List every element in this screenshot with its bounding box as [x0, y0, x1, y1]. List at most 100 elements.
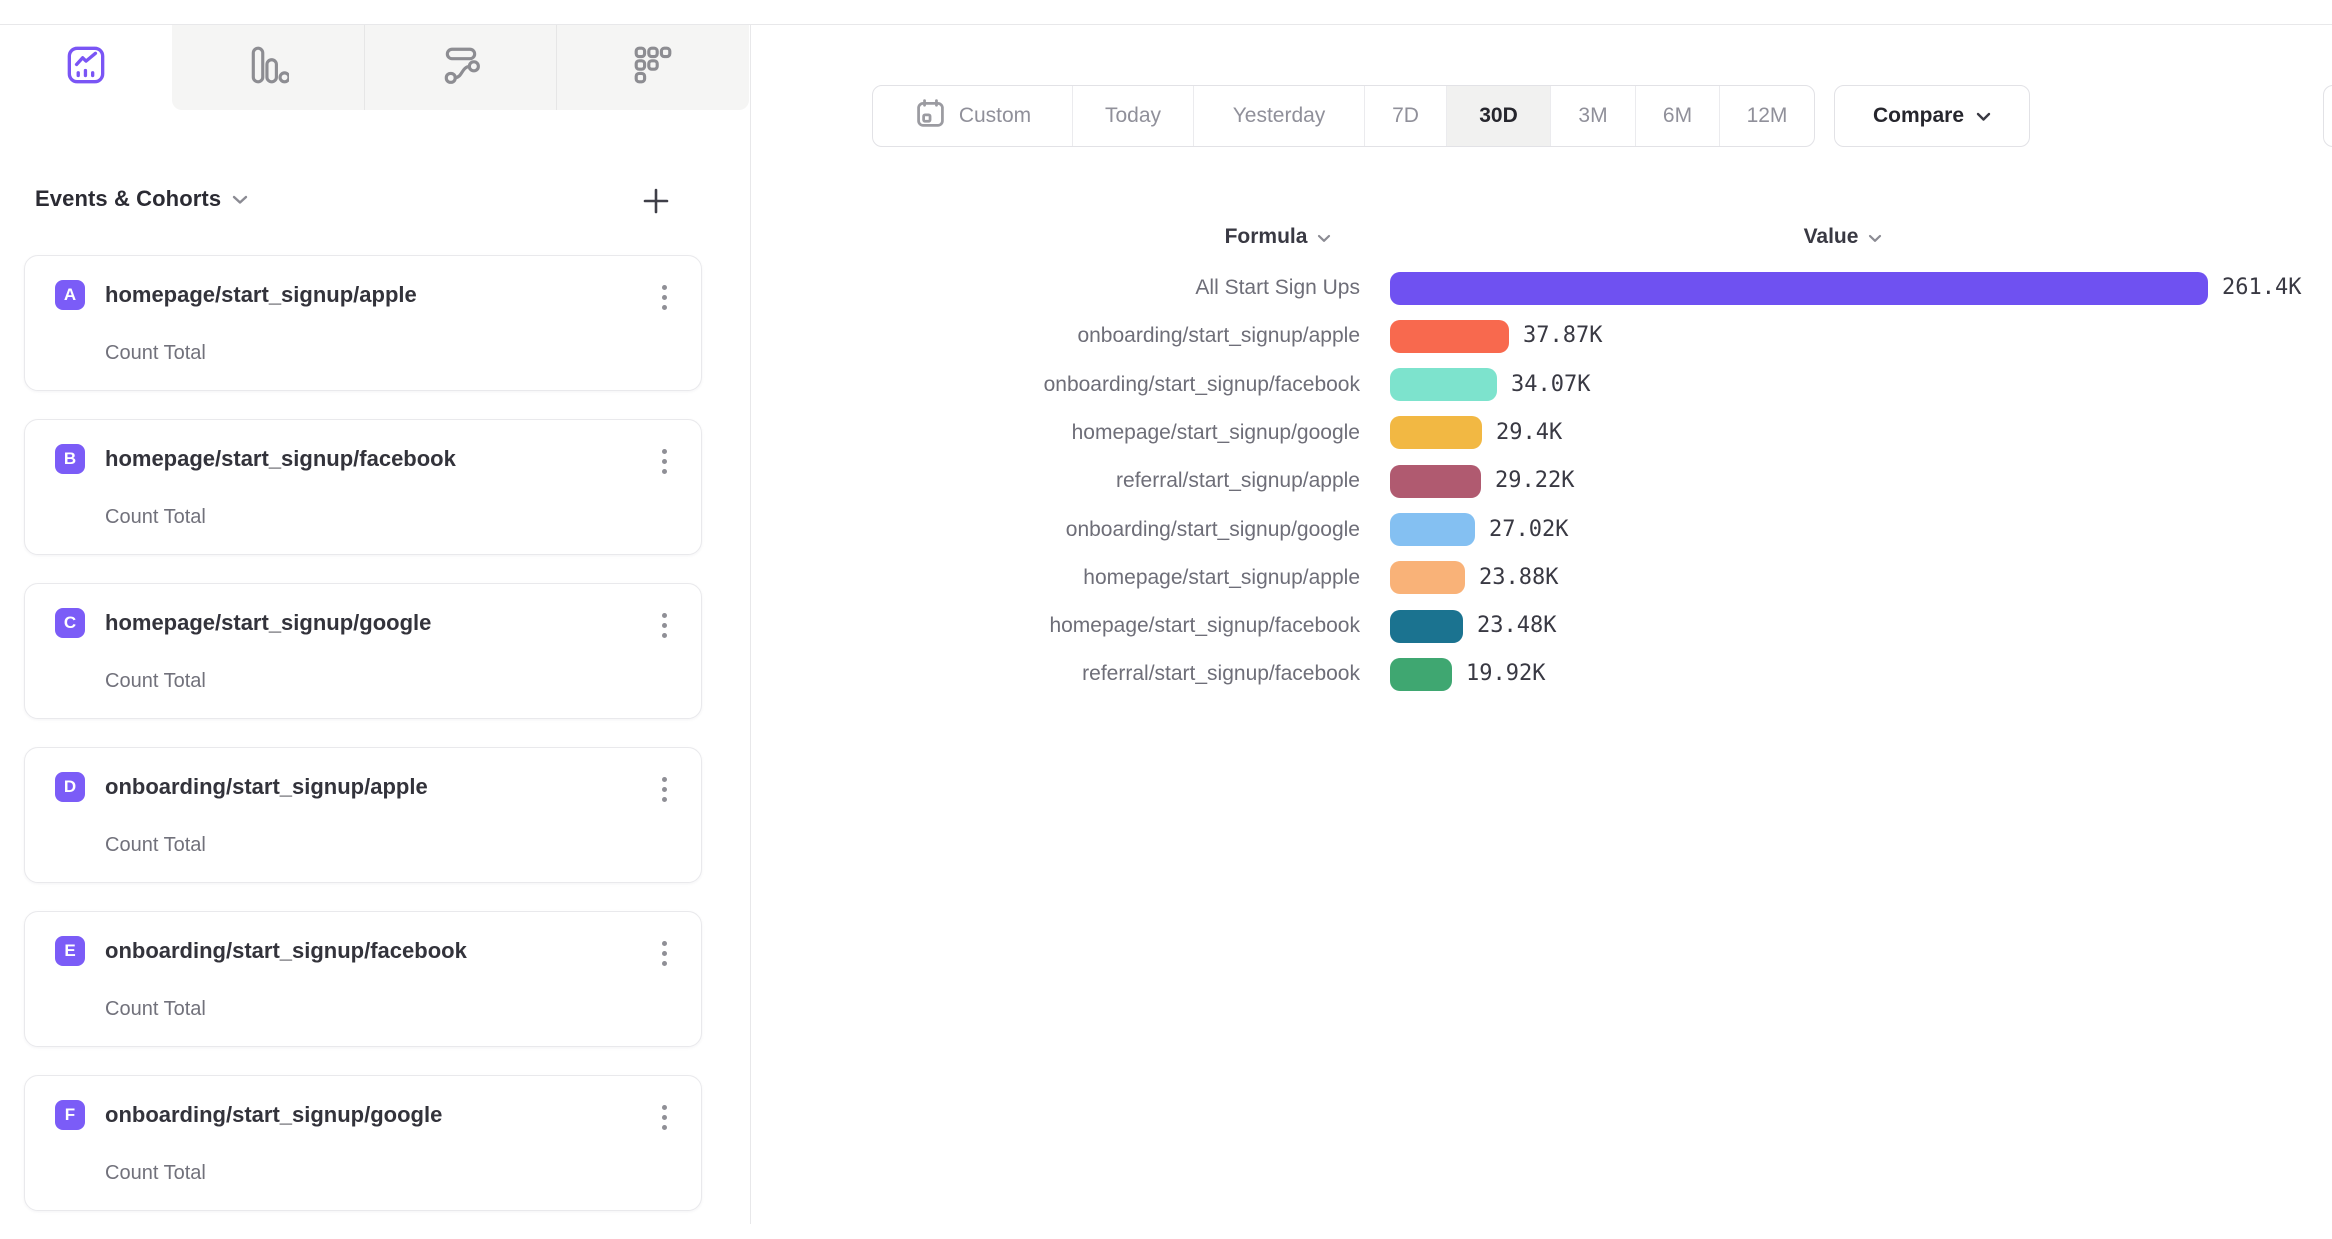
- date-range-today[interactable]: Today: [1073, 86, 1194, 146]
- sidebar-divider: [750, 24, 751, 1224]
- event-card[interactable]: D onboarding/start_signup/apple Count To…: [24, 747, 702, 883]
- event-metric: Count Total: [105, 506, 206, 529]
- event-letter-badge: D: [55, 772, 85, 802]
- bar-onboarding-start-signup-facebook[interactable]: [1390, 368, 1497, 401]
- bar-value: 34.07K: [1511, 371, 1590, 399]
- date-range-label: Custom: [959, 104, 1031, 128]
- chevron-down-icon: [1317, 225, 1331, 249]
- event-name: onboarding/start_signup/facebook: [105, 938, 467, 964]
- date-range-6m[interactable]: 6M: [1636, 86, 1720, 146]
- formula-column-header[interactable]: Formula: [1158, 222, 1398, 252]
- event-name: homepage/start_signup/facebook: [105, 446, 456, 472]
- events-cohorts-header[interactable]: Events & Cohorts: [35, 186, 248, 212]
- bar-chart-icon: [247, 44, 289, 91]
- bar-homepage-start-signup-apple[interactable]: [1390, 561, 1465, 594]
- bar-value: 27.02K: [1489, 516, 1568, 544]
- kebab-icon: [662, 613, 667, 618]
- tab-funnels[interactable]: [172, 25, 364, 110]
- event-options-button[interactable]: [651, 1096, 677, 1138]
- date-range-label: 12M: [1747, 104, 1788, 128]
- event-card[interactable]: C homepage/start_signup/google Count Tot…: [24, 583, 702, 719]
- bar-row-label: onboarding/start_signup/facebook: [860, 371, 1360, 399]
- date-range-label: 6M: [1663, 104, 1692, 128]
- kebab-icon: [662, 449, 667, 454]
- flow-icon: [440, 44, 482, 91]
- date-range-7d[interactable]: 7D: [1365, 86, 1447, 146]
- tab-flows[interactable]: [364, 25, 557, 110]
- value-label: Value: [1804, 225, 1859, 249]
- bar-onboarding-start-signup-google[interactable]: [1390, 513, 1475, 546]
- kebab-icon: [662, 941, 667, 946]
- value-column-header[interactable]: Value: [1723, 222, 1963, 252]
- bar-value: 19.92K: [1466, 660, 1545, 688]
- bar-row-label: homepage/start_signup/apple: [860, 564, 1360, 592]
- event-metric: Count Total: [105, 998, 206, 1021]
- event-name: onboarding/start_signup/apple: [105, 774, 428, 800]
- chevron-down-icon: [232, 192, 248, 210]
- inactive-tab-group: [172, 25, 749, 110]
- date-range-12m[interactable]: 12M: [1720, 86, 1814, 146]
- event-card[interactable]: B homepage/start_signup/facebook Count T…: [24, 419, 702, 555]
- date-range-label: Yesterday: [1233, 104, 1326, 128]
- bar-value: 23.88K: [1479, 564, 1558, 592]
- event-letter-badge: F: [55, 1100, 85, 1130]
- date-range-30d[interactable]: 30D: [1447, 86, 1551, 146]
- event-letter-badge: B: [55, 444, 85, 474]
- event-metric: Count Total: [105, 342, 206, 365]
- event-metric: Count Total: [105, 1162, 206, 1185]
- line-chart-icon: [66, 45, 106, 90]
- event-metric: Count Total: [105, 834, 206, 857]
- event-name: homepage/start_signup/google: [105, 610, 431, 636]
- compare-button[interactable]: Compare: [1834, 85, 2030, 147]
- cut-off-button[interactable]: [2323, 85, 2332, 147]
- tab-insights[interactable]: [0, 25, 172, 110]
- date-range-label: 7D: [1392, 104, 1419, 128]
- event-metric: Count Total: [105, 670, 206, 693]
- event-letter-badge: C: [55, 608, 85, 638]
- bar-row-label: homepage/start_signup/google: [860, 419, 1360, 447]
- bar-value: 261.4K: [2222, 274, 2301, 302]
- date-range-yesterday[interactable]: Yesterday: [1194, 86, 1365, 146]
- bar-row-label: onboarding/start_signup/google: [860, 516, 1360, 544]
- chevron-down-icon: [1976, 104, 1991, 128]
- bar-row-label: All Start Sign Ups: [860, 274, 1360, 302]
- bar-all-start-sign-ups[interactable]: [1390, 272, 2208, 305]
- event-options-button[interactable]: [651, 604, 677, 646]
- bar-value: 37.87K: [1523, 322, 1602, 350]
- event-letter-badge: E: [55, 936, 85, 966]
- event-letter-badge: A: [55, 280, 85, 310]
- event-options-button[interactable]: [651, 440, 677, 482]
- events-cohorts-title: Events & Cohorts: [35, 186, 221, 212]
- event-card[interactable]: E onboarding/start_signup/facebook Count…: [24, 911, 702, 1047]
- event-card[interactable]: F onboarding/start_signup/google Count T…: [24, 1075, 702, 1211]
- event-name: homepage/start_signup/apple: [105, 282, 417, 308]
- bar-referral-start-signup-facebook[interactable]: [1390, 658, 1452, 691]
- add-event-button[interactable]: [632, 178, 680, 226]
- calendar-icon: [914, 97, 947, 136]
- event-options-button[interactable]: [651, 932, 677, 974]
- bar-referral-start-signup-apple[interactable]: [1390, 465, 1481, 498]
- date-range-label: 30D: [1479, 104, 1518, 128]
- kebab-icon: [662, 1105, 667, 1110]
- event-card[interactable]: A homepage/start_signup/apple Count Tota…: [24, 255, 702, 391]
- bar-homepage-start-signup-facebook[interactable]: [1390, 610, 1463, 643]
- bar-row-label: referral/start_signup/apple: [860, 467, 1360, 495]
- date-range-3m[interactable]: 3M: [1551, 86, 1636, 146]
- tab-retention[interactable]: [556, 25, 749, 110]
- plus-icon: [641, 186, 671, 219]
- kebab-icon: [662, 777, 667, 782]
- date-range-label: 3M: [1578, 104, 1607, 128]
- date-range-custom[interactable]: Custom: [873, 86, 1073, 146]
- bar-row-label: onboarding/start_signup/apple: [860, 322, 1360, 350]
- formula-label: Formula: [1225, 225, 1308, 249]
- compare-label: Compare: [1873, 104, 1964, 128]
- event-options-button[interactable]: [651, 768, 677, 810]
- bar-homepage-start-signup-google[interactable]: [1390, 416, 1482, 449]
- bar-onboarding-start-signup-apple[interactable]: [1390, 320, 1509, 353]
- bar-value: 29.22K: [1495, 467, 1574, 495]
- kebab-icon: [662, 285, 667, 290]
- event-options-button[interactable]: [651, 276, 677, 318]
- chart-type-tabs: [0, 25, 750, 110]
- event-name: onboarding/start_signup/google: [105, 1102, 442, 1128]
- bar-value: 29.4K: [1496, 419, 1562, 447]
